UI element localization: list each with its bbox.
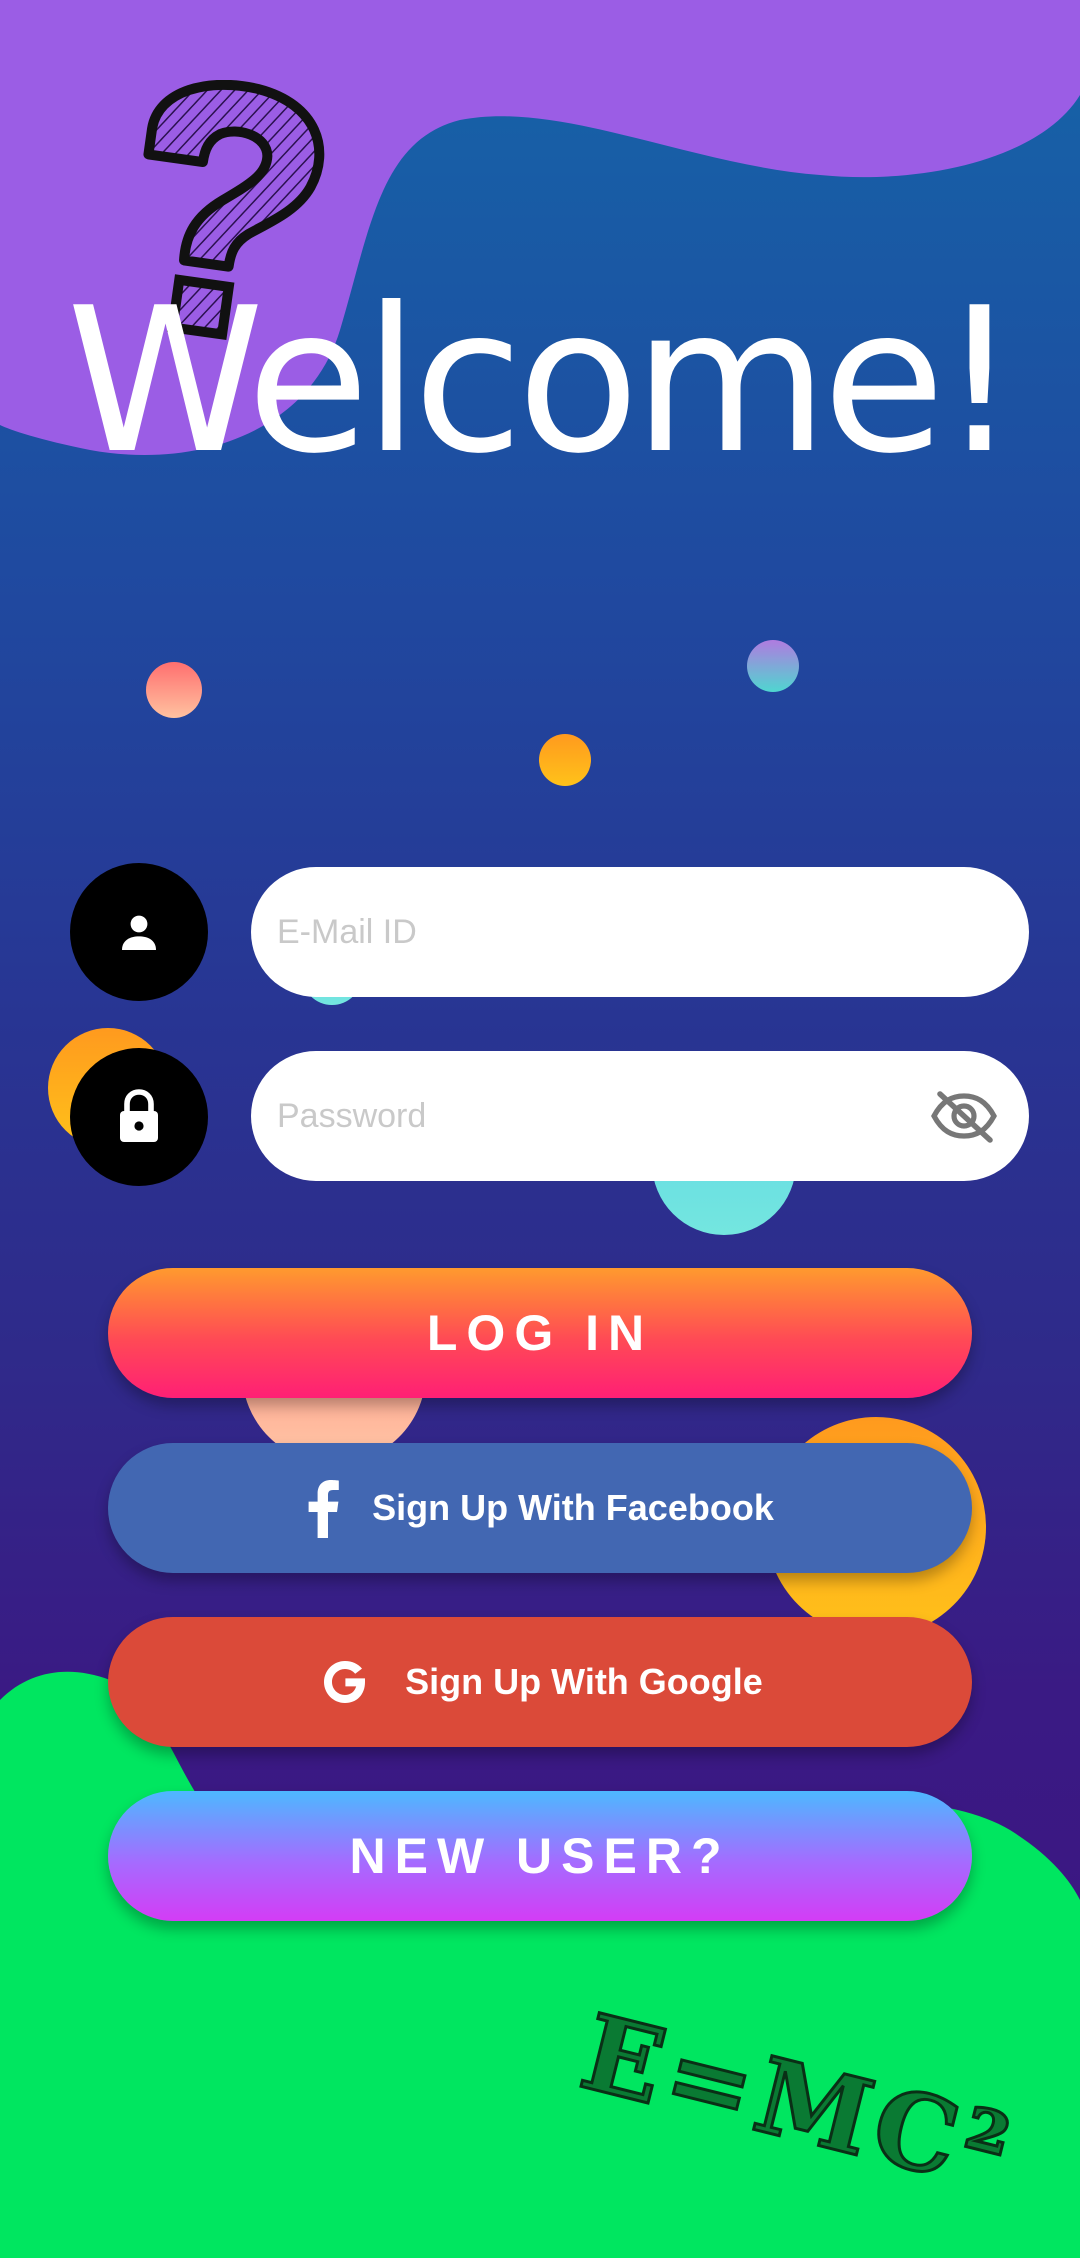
- facebook-button-label: Sign Up With Facebook: [372, 1487, 774, 1528]
- password-icon-badge: [70, 1048, 208, 1186]
- bubble-violet: [747, 640, 799, 692]
- login-button-label: LOG IN: [426, 1305, 654, 1361]
- google-icon: [317, 1654, 373, 1710]
- email-field[interactable]: [251, 867, 1029, 997]
- toggle-password-visibility[interactable]: [929, 1081, 999, 1151]
- person-icon: [122, 915, 156, 950]
- login-screen: Welcome! LOG IN: [0, 0, 1080, 2258]
- google-button-label: Sign Up With Google: [405, 1661, 763, 1702]
- email-icon-badge: [70, 863, 208, 1001]
- email-input[interactable]: [275, 911, 999, 953]
- password-input[interactable]: [275, 1095, 929, 1137]
- welcome-title: Welcome!: [66, 265, 1019, 498]
- password-field[interactable]: [251, 1051, 1029, 1181]
- bubble-orange-small: [539, 734, 591, 786]
- google-signup-button[interactable]: Sign Up With Google: [108, 1617, 972, 1747]
- eye-off-icon: [931, 1091, 997, 1143]
- new-user-button-label: NEW USER?: [349, 1828, 731, 1884]
- new-user-button[interactable]: NEW USER?: [108, 1791, 972, 1921]
- lock-icon: [120, 1089, 158, 1142]
- facebook-signup-button[interactable]: Sign Up With Facebook: [108, 1443, 972, 1573]
- facebook-icon: [306, 1478, 340, 1538]
- bubble-pink: [146, 662, 202, 718]
- login-button[interactable]: LOG IN: [108, 1268, 972, 1398]
